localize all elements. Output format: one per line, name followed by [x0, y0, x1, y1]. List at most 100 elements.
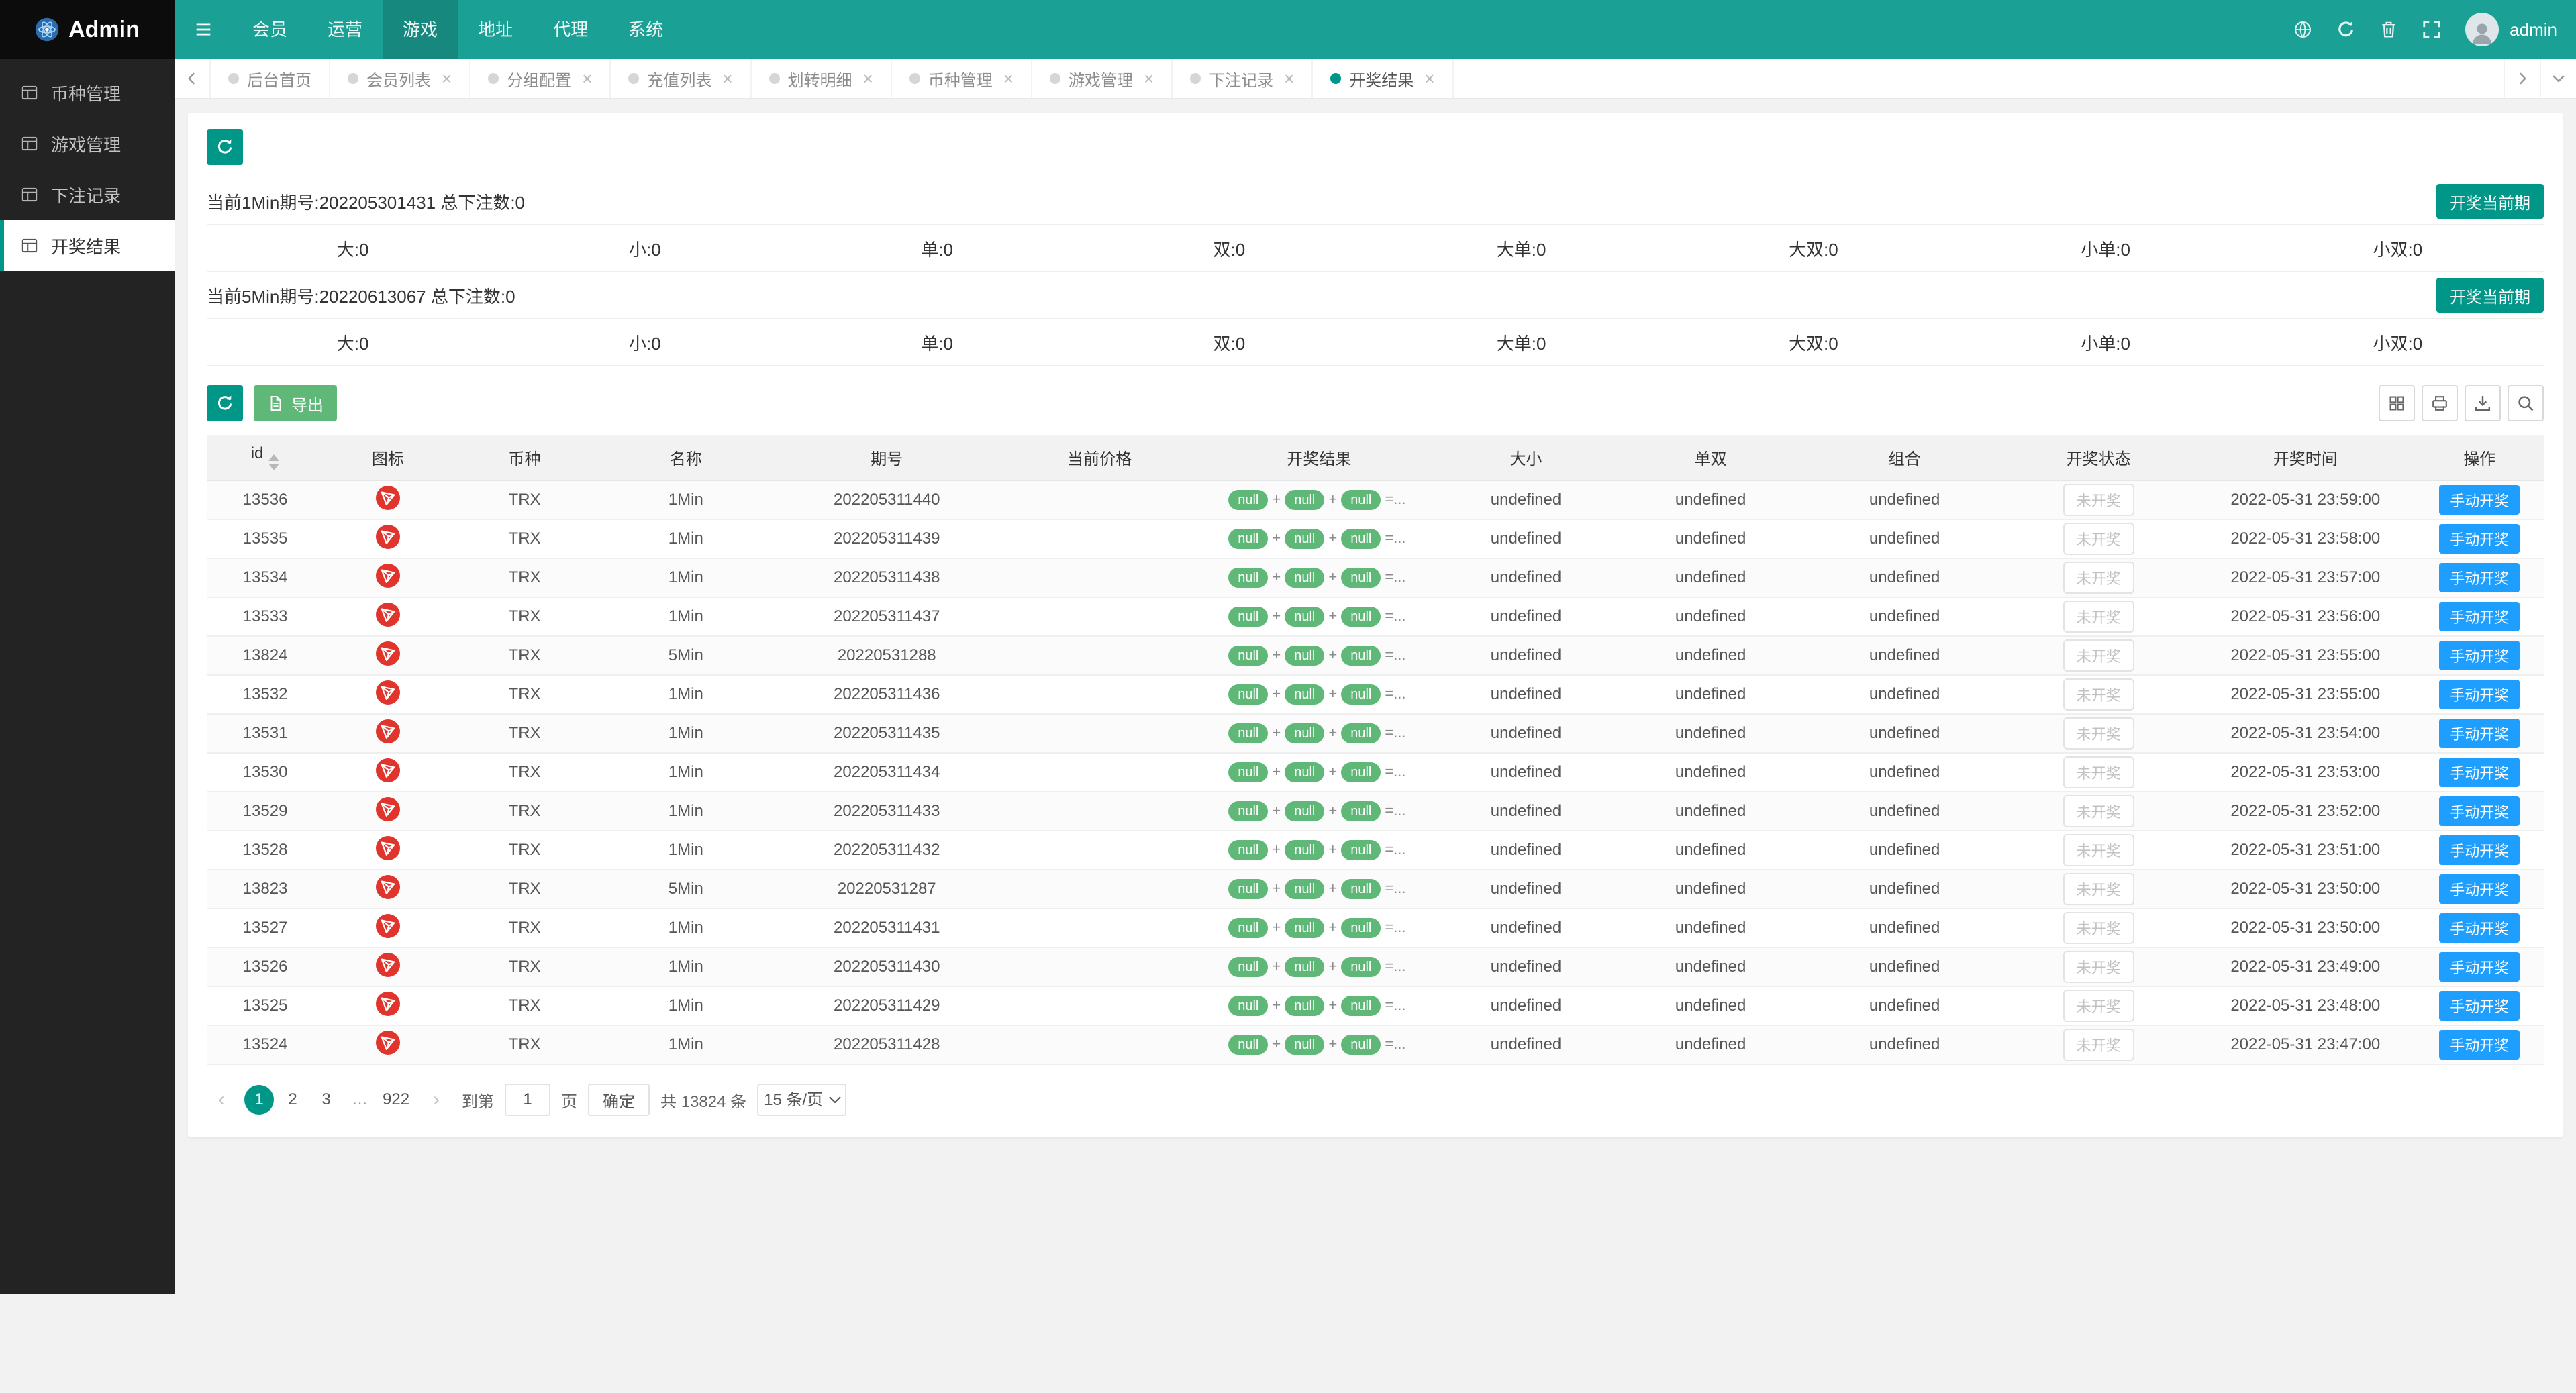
search-button[interactable]	[2508, 385, 2544, 421]
page-button[interactable]: 1	[244, 1085, 274, 1115]
fullscreen-button[interactable]	[2412, 0, 2452, 59]
username[interactable]: admin	[2510, 19, 2557, 40]
next-page-button[interactable]: ›	[422, 1085, 451, 1115]
status-badge: 未开奖	[2063, 717, 2134, 750]
cell-action: 手动开奖	[2415, 947, 2544, 986]
col-header-id[interactable]: id	[207, 435, 324, 480]
cell-icon	[324, 986, 452, 1025]
close-icon[interactable]: ×	[722, 70, 732, 87]
stat: 小双:0	[2252, 330, 2544, 355]
nav-item[interactable]: 会员	[232, 0, 307, 59]
close-icon[interactable]: ×	[1424, 70, 1434, 87]
export-button[interactable]: 导出	[254, 385, 337, 421]
tab[interactable]: 会员列表 ×	[330, 59, 470, 98]
draw-current-button-5min[interactable]: 开奖当前期	[2436, 278, 2544, 313]
tab-bar: 后台首页 × 会员列表 × 分组配置 × 充值列表 × 划转明细	[175, 59, 2576, 99]
goto-label: 到第	[462, 1088, 494, 1112]
tab[interactable]: 后台首页 ×	[211, 59, 330, 98]
sidebar-item[interactable]: 游戏管理	[0, 118, 175, 169]
close-icon[interactable]: ×	[863, 70, 873, 87]
clear-cache-button[interactable]	[2369, 0, 2409, 59]
result-suffix: =...	[1385, 607, 1405, 624]
sidebar-item[interactable]: 下注记录	[0, 169, 175, 220]
manual-draw-button[interactable]: 手动开奖	[2439, 991, 2520, 1021]
tab-scroll-right-button[interactable]	[2504, 59, 2540, 98]
page-button[interactable]: 2	[278, 1085, 307, 1115]
manual-draw-button[interactable]: 手动开奖	[2439, 641, 2520, 670]
cell-time: 2022-05-31 23:55:00	[2195, 636, 2415, 675]
confirm-button[interactable]: 确定	[588, 1084, 650, 1116]
nav-item[interactable]: 代理	[533, 0, 608, 59]
col-header: 开奖结果	[1200, 435, 1438, 480]
result-null-badge: null	[1228, 957, 1268, 977]
page-size-select[interactable]: 15 条/页	[757, 1084, 846, 1116]
refresh-button[interactable]	[2326, 0, 2366, 59]
manual-draw-button[interactable]: 手动开奖	[2439, 1030, 2520, 1060]
tab[interactable]: 币种管理 ×	[892, 59, 1032, 98]
prev-page-button[interactable]: ‹	[207, 1085, 236, 1115]
globe-button[interactable]	[2283, 0, 2323, 59]
tab[interactable]: 分组配置 ×	[470, 59, 611, 98]
sort-desc-icon	[268, 464, 279, 470]
cell-size: undefined	[1438, 1025, 1614, 1064]
nav-item[interactable]: 系统	[608, 0, 683, 59]
manual-draw-button[interactable]: 手动开奖	[2439, 913, 2520, 943]
avatar[interactable]	[2465, 13, 2499, 46]
manual-draw-button[interactable]: 手动开奖	[2439, 796, 2520, 826]
result-null-badge: null	[1228, 490, 1268, 510]
plus-separator: +	[1272, 724, 1281, 741]
manual-draw-button[interactable]: 手动开奖	[2439, 680, 2520, 709]
manual-draw-button[interactable]: 手动开奖	[2439, 835, 2520, 865]
download-button[interactable]	[2465, 385, 2501, 421]
status-badge: 未开奖	[2063, 523, 2134, 555]
cell-price	[999, 831, 1199, 870]
cell-issue: 20220531288	[775, 636, 999, 675]
cell-result: null+null+null=...	[1200, 947, 1438, 986]
page-button[interactable]: …	[345, 1085, 375, 1115]
tab[interactable]: 充值列表 ×	[611, 59, 751, 98]
sort-icons[interactable]	[268, 454, 279, 470]
nav-item[interactable]: 游戏	[383, 0, 458, 59]
close-icon[interactable]: ×	[1144, 70, 1154, 87]
columns-button[interactable]	[2379, 385, 2415, 421]
print-button[interactable]	[2422, 385, 2458, 421]
result-null-badge: null	[1341, 568, 1381, 588]
manual-draw-button[interactable]: 手动开奖	[2439, 719, 2520, 748]
nav-item[interactable]: 地址	[458, 0, 533, 59]
table-refresh-button[interactable]	[207, 385, 243, 421]
result-null-badge: null	[1341, 490, 1381, 510]
page-button[interactable]: 3	[311, 1085, 341, 1115]
close-icon[interactable]: ×	[582, 70, 592, 87]
tab[interactable]: 下注记录 ×	[1173, 59, 1313, 98]
manual-draw-button[interactable]: 手动开奖	[2439, 758, 2520, 787]
manual-draw-button[interactable]: 手动开奖	[2439, 563, 2520, 592]
sidebar-item[interactable]: 开奖结果	[0, 220, 175, 271]
goto-page-input[interactable]	[505, 1084, 550, 1116]
stat: 双:0	[1083, 330, 1375, 355]
nav-item[interactable]: 运营	[307, 0, 383, 59]
panels-refresh-button[interactable]	[207, 129, 243, 165]
manual-draw-button[interactable]: 手动开奖	[2439, 524, 2520, 554]
sidebar-item[interactable]: 币种管理	[0, 67, 175, 118]
tab-scroll-left-button[interactable]	[175, 59, 211, 98]
fullscreen-icon	[2422, 19, 2442, 40]
tab[interactable]: 开奖结果 ×	[1313, 59, 1453, 98]
tab[interactable]: 游戏管理 ×	[1032, 59, 1173, 98]
draw-current-button-1min[interactable]: 开奖当前期	[2436, 184, 2544, 219]
manual-draw-button[interactable]: 手动开奖	[2439, 952, 2520, 982]
manual-draw-button[interactable]: 手动开奖	[2439, 485, 2520, 515]
collapse-menu-button[interactable]	[175, 0, 232, 59]
close-icon[interactable]: ×	[1003, 70, 1013, 87]
manual-draw-button[interactable]: 手动开奖	[2439, 874, 2520, 904]
page-button[interactable]: 922	[379, 1085, 413, 1115]
cell-result: null+null+null=...	[1200, 675, 1438, 714]
tab[interactable]: 划转明细 ×	[752, 59, 892, 98]
close-icon[interactable]: ×	[1284, 70, 1294, 87]
cell-id: 13527	[207, 909, 324, 947]
cell-parity: undefined	[1614, 558, 1807, 597]
manual-draw-button[interactable]: 手动开奖	[2439, 602, 2520, 631]
col-header: 当前价格	[999, 435, 1199, 480]
cell-result: null+null+null=...	[1200, 1025, 1438, 1064]
tab-menu-button[interactable]	[2540, 59, 2576, 98]
close-icon[interactable]: ×	[442, 70, 452, 87]
